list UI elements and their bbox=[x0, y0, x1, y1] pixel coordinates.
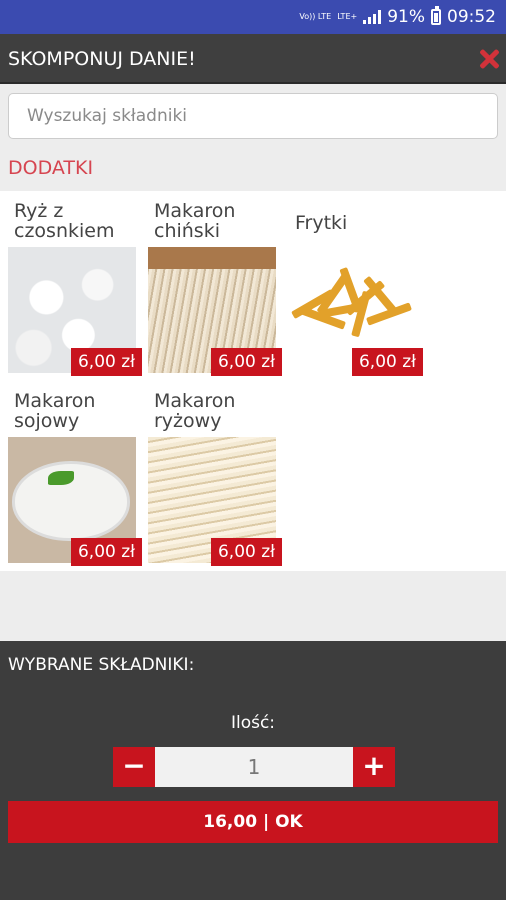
clock: 09:52 bbox=[447, 7, 496, 27]
ingredient-makaron-ryzowy[interactable]: Makaron ryżowy 6,00 zł bbox=[148, 381, 282, 566]
ingredient-image bbox=[291, 261, 412, 341]
title-bar: SKOMPONUJ DANIE! bbox=[0, 34, 506, 84]
ingredient-name: Makaron ryżowy bbox=[154, 390, 236, 432]
price-badge: 6,00 zł bbox=[70, 348, 142, 376]
ingredient-grid: Ryż z czosnkiem 6,00 zł Makaron chiński … bbox=[0, 191, 506, 571]
status-bar: Vo)) LTE LTE+ 91% 09:52 bbox=[0, 0, 506, 34]
ingredient-name: Ryż z czosnkiem bbox=[14, 200, 115, 242]
page-title: SKOMPONUJ DANIE! bbox=[8, 48, 196, 70]
selected-panel: WYBRANE SKŁADNIKI: Ilość: − + 16,00 | OK bbox=[0, 641, 506, 900]
ingredient-ryz-z-czosnkiem[interactable]: Ryż z czosnkiem 6,00 zł bbox=[8, 191, 142, 376]
battery-icon bbox=[431, 6, 441, 25]
volte-indicator: Vo)) LTE bbox=[299, 12, 332, 21]
ingredient-makaron-sojowy[interactable]: Makaron sojowy 6,00 zł bbox=[8, 381, 142, 566]
lte-indicator: LTE+ bbox=[337, 12, 358, 21]
price-badge: 6,00 zł bbox=[210, 538, 282, 566]
signal-icon bbox=[363, 10, 382, 24]
quantity-field[interactable] bbox=[155, 747, 353, 787]
ingredient-makaron-chinski[interactable]: Makaron chiński 6,00 zł bbox=[148, 191, 282, 376]
decrement-button[interactable]: − bbox=[113, 747, 155, 787]
ingredient-name: Makaron chiński bbox=[154, 200, 236, 242]
close-icon[interactable] bbox=[478, 48, 500, 70]
increment-button[interactable]: + bbox=[353, 747, 395, 787]
search-input[interactable] bbox=[8, 93, 498, 139]
battery-percent: 91% bbox=[387, 7, 425, 27]
price-badge: 6,00 zł bbox=[70, 538, 142, 566]
quantity-stepper: − + bbox=[113, 747, 395, 787]
price-badge: 6,00 zł bbox=[210, 348, 282, 376]
ingredient-name: Makaron sojowy bbox=[14, 390, 96, 432]
selected-title: WYBRANE SKŁADNIKI: bbox=[8, 655, 195, 675]
ok-button[interactable]: 16,00 | OK bbox=[8, 801, 498, 843]
status-icons: Vo)) LTE LTE+ 91% 09:52 bbox=[299, 0, 496, 34]
quantity-label: Ilość: bbox=[230, 713, 276, 733]
price-badge: 6,00 zł bbox=[351, 348, 423, 376]
section-title: DODATKI bbox=[8, 157, 94, 179]
ingredient-name: Frytki bbox=[295, 212, 348, 234]
ingredient-frytki[interactable]: Frytki 6,00 zł bbox=[289, 191, 423, 376]
